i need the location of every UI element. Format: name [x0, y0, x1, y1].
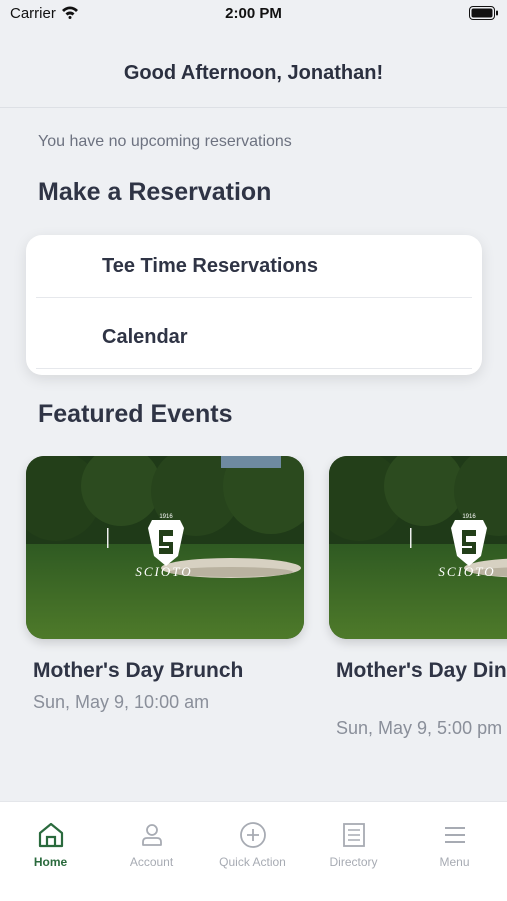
tab-label: Home [33, 855, 68, 869]
svg-text:SCIOTO: SCIOTO [438, 564, 495, 579]
featured-events-carousel[interactable]: 1916 SCIOTO Mother's Day Brunch Sun, May… [0, 456, 507, 756]
person-icon [142, 824, 162, 846]
svg-text:1916: 1916 [462, 514, 476, 520]
event-title: Mother's Day Brunch [33, 659, 244, 682]
event-image: 1916 SCIOTO [26, 456, 304, 639]
no-reservations-text: You have no upcoming reservations [38, 133, 292, 150]
divider [36, 297, 472, 298]
divider [36, 368, 472, 369]
tee-time-label: Tee Time Reservations [102, 255, 319, 277]
svg-text:SCIOTO: SCIOTO [135, 564, 192, 579]
greeting: Good Afternoon, Jonathan! [123, 62, 384, 84]
tab-label: Quick Action [219, 855, 286, 869]
event-date: Sun, May 9, 10:00 am [33, 692, 210, 712]
event-date: Sun, May 9, 5:00 pm [336, 718, 503, 738]
tab-bar: Home Account Quick Action Directory Menu [0, 801, 507, 901]
event-title: Mother's Day Dinner Buffet [336, 659, 507, 682]
featured-events-title: Featured Events [38, 400, 233, 428]
plus-circle-icon [240, 822, 266, 848]
tab-menu[interactable]: Menu [404, 802, 505, 882]
tab-label: Directory [329, 855, 378, 869]
tab-account[interactable]: Account [101, 802, 202, 882]
list-doc-icon [343, 823, 365, 847]
clock: 2:00 PM [225, 5, 282, 22]
home-icon [38, 822, 64, 848]
tab-directory[interactable]: Directory [303, 802, 404, 882]
calendar-label: Calendar [102, 326, 188, 348]
tab-label: Menu [439, 855, 470, 869]
header: Good Afternoon, Jonathan! [0, 30, 507, 108]
tab-home[interactable]: Home [0, 802, 101, 882]
event-image: 1916 SCIOTO [329, 456, 507, 639]
hamburger-icon [445, 827, 465, 843]
svg-text:1916: 1916 [159, 514, 173, 520]
tab-quick-action[interactable]: Quick Action [202, 802, 303, 882]
tab-label: Account [129, 855, 174, 869]
make-reservation-title: Make a Reservation [38, 178, 272, 206]
tee-time-reservations-item[interactable]: Tee Time Reservations [26, 235, 482, 297]
status-bar: Carrier 2:00 PM [0, 0, 507, 30]
reservation-card: Tee Time Reservations Calendar [26, 235, 482, 375]
battery-icon [469, 6, 498, 20]
calendar-item[interactable]: Calendar [26, 306, 482, 368]
